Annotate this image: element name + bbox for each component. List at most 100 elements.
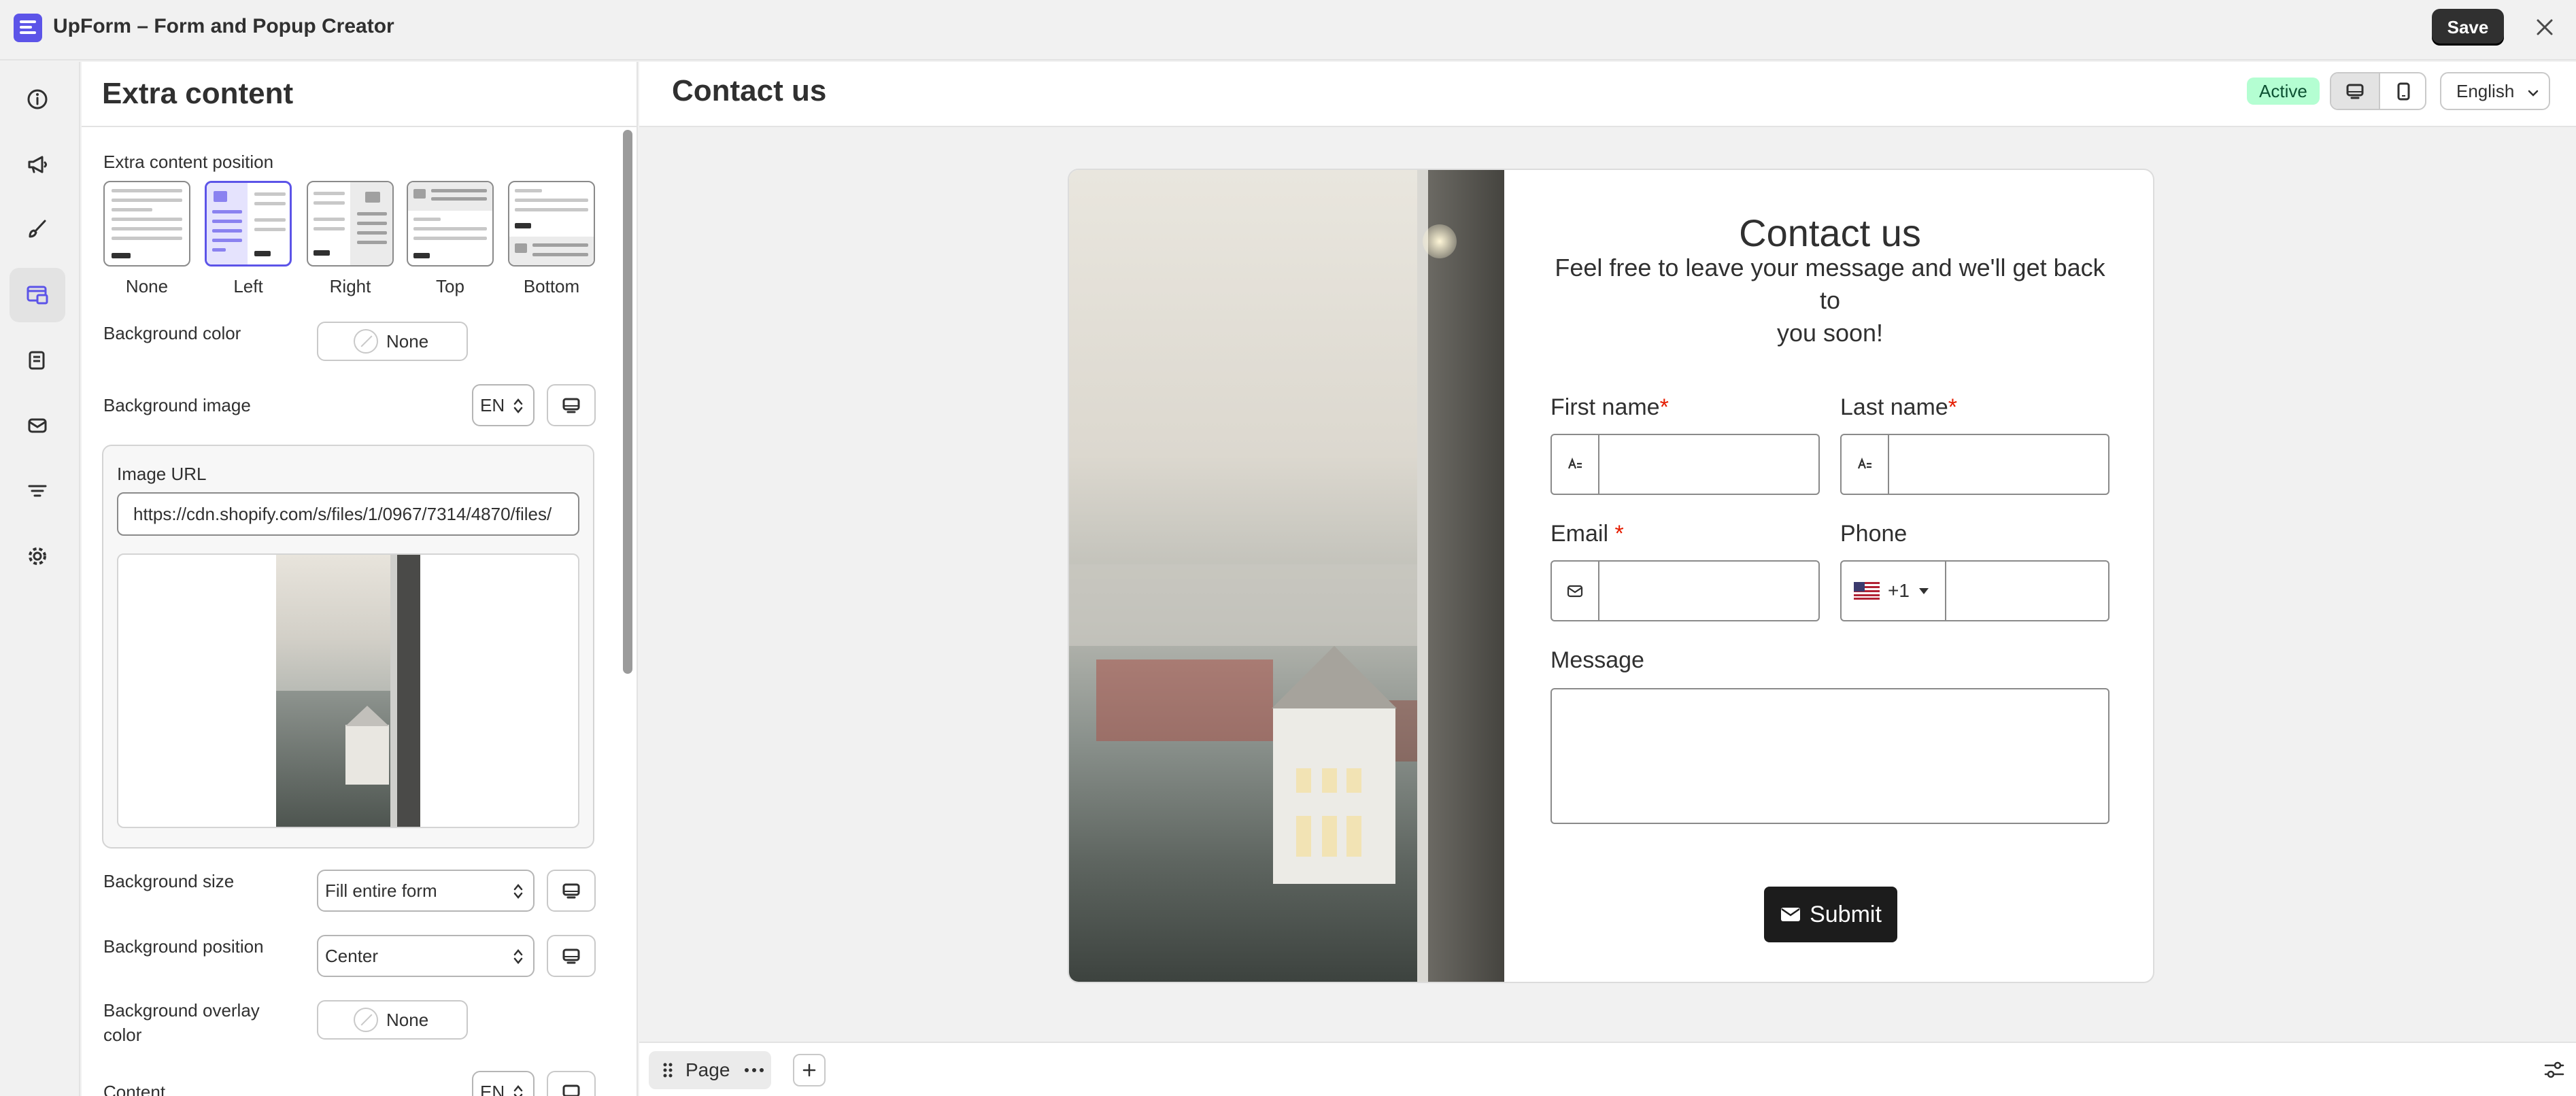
position-option-bottom[interactable] [508,181,595,267]
content-language-select[interactable]: EN [472,1071,535,1096]
rail-item-announcement[interactable] [10,137,65,192]
select-arrows-icon [513,398,523,413]
bg-image-language-select[interactable]: EN [472,384,535,426]
language-select[interactable]: English [2440,72,2550,110]
sidebar-rail [0,62,80,1096]
paintbrush-icon [29,220,46,238]
rail-item-filter[interactable] [10,464,65,518]
rail-item-email[interactable] [10,398,65,453]
form-title: Contact us [1739,211,1921,254]
position-option-left[interactable] [205,181,292,267]
required-mark: * [1614,521,1624,547]
content-label: Content [103,1082,166,1096]
bg-overlay-label-2: color [103,1025,142,1045]
select-arrows-icon [513,884,523,899]
drag-handle-icon[interactable] [661,1061,675,1080]
bg-size-label: Background size [103,871,235,891]
select-arrows-icon [513,949,523,964]
form-subtitle: Feel free to leave your message and we'l… [1545,252,2115,349]
submit-button[interactable]: Submit [1764,887,1897,942]
bg-image-language-value: EN [480,394,505,415]
bg-overlay-color-picker[interactable]: None [317,1000,468,1040]
rail-item-design[interactable] [10,202,65,256]
envelope-icon [1781,908,1801,921]
info-icon [27,89,48,109]
phone-field[interactable]: +1 [1840,560,2109,621]
content-language-value: EN [480,1081,505,1096]
position-option-top[interactable] [407,181,494,267]
app-title: UpForm – Form and Popup Creator [53,15,394,37]
no-color-icon [354,329,378,354]
desktop-icon [562,1084,580,1096]
phone-code: +1 [1888,580,1910,601]
position-option-none[interactable] [103,181,190,267]
position-caption-none: None [125,276,169,296]
email-icon [28,418,47,433]
bg-position-device-button[interactable] [547,935,596,977]
position-option-right[interactable] [307,181,394,267]
rail-item-settings[interactable] [10,529,65,583]
extra-content-image [1069,170,1504,982]
extra-content-panel: Extra content Extra content position Non… [82,62,638,1096]
preview-title: Contact us [672,74,827,107]
message-textarea[interactable] [1550,688,2109,824]
form-subtitle-line-2: you soon! [1776,319,1884,347]
extra-content-icon [27,286,48,305]
email-field[interactable] [1550,560,1820,621]
bg-position-label: Background position [103,936,264,957]
panel-scrollbar[interactable] [623,130,632,674]
save-button[interactable]: Save [2432,9,2504,46]
bg-position-select[interactable]: Center [317,935,535,977]
bg-overlay-label: Background overlay [103,1000,260,1021]
position-caption-top: Top [436,276,464,296]
desktop-icon [562,398,580,413]
adjustments-icon[interactable] [2542,1058,2566,1082]
desktop-icon [562,948,580,964]
app-topbar: UpForm – Form and Popup Creator Save [0,0,2576,61]
desktop-view-button[interactable] [2331,73,2379,109]
desktop-icon [562,883,580,899]
position-caption-bottom: Bottom [523,276,580,296]
bg-image-device-button[interactable] [547,384,596,426]
email-label: Email * [1550,521,1624,547]
preview-header: Contact us Active English [639,62,2576,127]
page-tab[interactable]: Page [649,1051,771,1089]
bg-color-picker[interactable]: None [317,322,468,361]
bg-size-value: Fill entire form [325,880,437,901]
bg-size-device-button[interactable] [547,870,596,912]
desktop-icon [2346,84,2364,99]
first-name-label-text: First name [1550,394,1660,420]
more-horizontal-icon[interactable] [743,1067,765,1074]
rail-item-form-fields[interactable] [10,333,65,388]
bg-image-label: Background image [103,395,251,415]
bg-color-label: Background color [103,323,241,343]
megaphone-icon [28,156,47,173]
image-url-input[interactable]: https://cdn.shopify.com/s/files/1/0967/7… [117,492,579,536]
position-label: Extra content position [103,152,274,172]
select-arrows-icon [513,1085,523,1096]
bg-size-select[interactable]: Fill entire form [317,870,535,912]
image-url-card: Image URL https://cdn.shopify.com/s/file… [102,445,594,849]
rail-item-extra-content[interactable] [10,268,65,322]
bg-color-value: None [386,330,429,352]
settings-icon [29,547,46,565]
content-device-button[interactable] [547,1071,596,1096]
email-icon [1552,562,1599,620]
form-preview-card: Contact us Feel free to leave your messa… [1068,169,2154,983]
plus-icon [802,1063,816,1077]
email-label-text: Email [1550,521,1609,547]
mobile-icon [2397,82,2410,101]
submit-label: Submit [1810,901,1882,927]
text-field-icon [1552,435,1599,494]
add-page-button[interactable] [793,1054,826,1086]
rail-item-info[interactable] [10,72,65,126]
first-name-label: First name* [1550,394,1669,421]
required-mark: * [1659,394,1669,420]
country-code-select[interactable]: +1 [1842,562,1946,620]
first-name-field[interactable] [1550,434,1820,495]
image-url-label: Image URL [117,464,207,484]
close-icon[interactable] [2532,15,2557,39]
last-name-field[interactable] [1840,434,2109,495]
mobile-view-button[interactable] [2379,73,2425,109]
position-caption-left: Left [233,276,263,296]
